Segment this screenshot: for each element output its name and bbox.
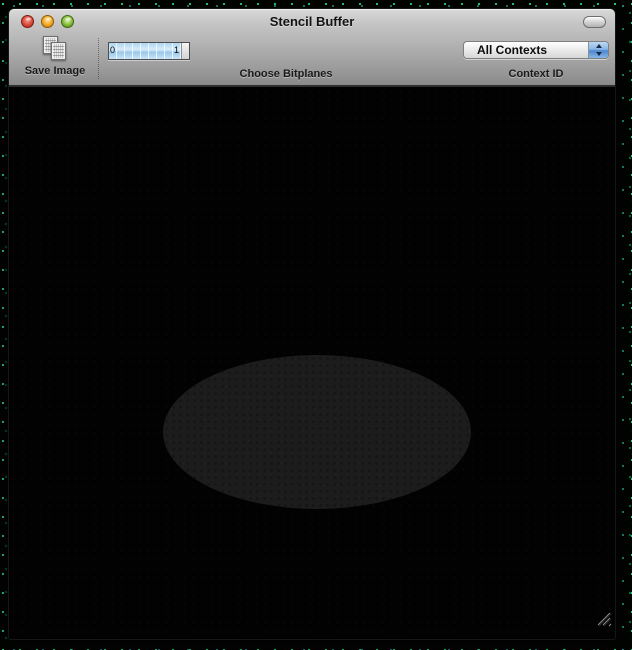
- desktop: { "window": { "title": "Stencil Buffer" …: [0, 0, 632, 650]
- bitplane-cell-2[interactable]: [125, 43, 133, 59]
- bitplane-cell-0[interactable]: 0: [109, 43, 117, 59]
- stencil-buffer-window: Stencil Buffer Save Image 0: [8, 8, 616, 640]
- toolbar-toggle-button[interactable]: [583, 16, 606, 28]
- save-image-icon: [40, 36, 70, 63]
- down-arrow-icon: [596, 52, 602, 56]
- bitplane-cell-1[interactable]: [117, 43, 125, 59]
- titlebar[interactable]: Stencil Buffer: [9, 9, 615, 35]
- image-tile-front-icon: [51, 42, 66, 60]
- bitplane-cell-3[interactable]: [133, 43, 141, 59]
- toolbar: Save Image 0 1 Choose Bitplanes All Cont…: [9, 35, 615, 83]
- bitplane-cell-4[interactable]: [141, 43, 149, 59]
- bitplane-cell-7[interactable]: [165, 43, 173, 59]
- popup-stepper-icon: [588, 42, 608, 58]
- window-controls: [21, 15, 74, 28]
- zoom-button[interactable]: [61, 15, 74, 28]
- bitplane-cell-5[interactable]: [149, 43, 157, 59]
- resize-grip[interactable]: [595, 610, 612, 627]
- window-header: Stencil Buffer Save Image 0: [9, 9, 615, 87]
- minimize-button[interactable]: [41, 15, 54, 28]
- bitplane-cell-9[interactable]: [181, 43, 189, 59]
- stencil-ellipse: [163, 355, 471, 509]
- context-id-popup-value: All Contexts: [464, 42, 588, 58]
- close-button[interactable]: [21, 15, 34, 28]
- bitplane-cell-6[interactable]: [157, 43, 165, 59]
- bitplane-cell-8[interactable]: 1: [173, 43, 181, 59]
- bitplane-matrix: 0 1: [108, 42, 190, 60]
- window-title: Stencil Buffer: [89, 9, 535, 35]
- up-arrow-icon: [596, 44, 602, 48]
- resize-grip-icon: [595, 610, 612, 627]
- context-id-popup[interactable]: All Contexts: [463, 41, 609, 59]
- stencil-buffer-view: [9, 87, 615, 639]
- context-id-label: Context ID: [463, 68, 609, 80]
